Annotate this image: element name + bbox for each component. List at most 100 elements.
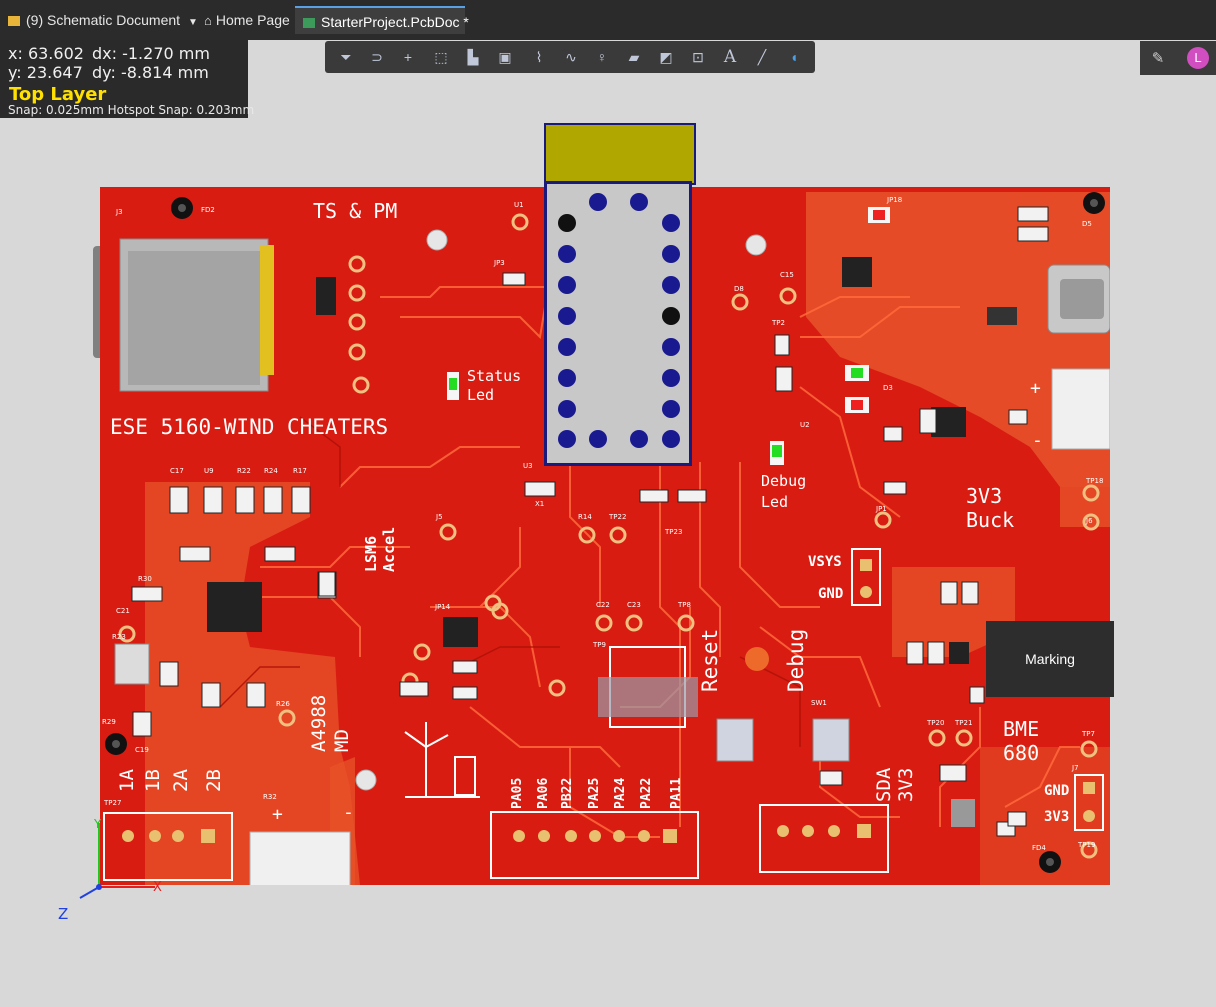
designator: JP14 — [435, 603, 451, 611]
text-icon[interactable]: A — [720, 47, 740, 67]
route-icon[interactable]: ⌇ — [529, 47, 549, 67]
designator: TP23 — [665, 528, 683, 536]
label-1b: 1B — [142, 769, 164, 792]
label-led: Led — [467, 386, 495, 404]
keypoint-icon[interactable]: ♀ — [592, 47, 612, 67]
axis-y-label: Y — [93, 818, 102, 831]
designator: FD2 — [201, 206, 215, 214]
active-bar-toolbar: ⏷ ⊃ + ⬚ ▙ ▣ ⌇ ∿ ♀ ▰ ◩ ⊡ A ╱ ◖ — [325, 41, 815, 73]
designator: R14 — [578, 513, 592, 521]
filter-icon[interactable]: ⏷ — [336, 47, 356, 67]
label-debug-btn: Debug — [784, 628, 808, 692]
designator: C21 — [116, 607, 130, 615]
designator: U2 — [800, 421, 810, 429]
designator: J3 — [116, 208, 123, 216]
label-a4988: A4988 — [308, 694, 330, 752]
cross-probe-icon[interactable]: + — [398, 47, 418, 67]
hud-dy: dy: -8.814 mm — [92, 63, 209, 82]
label-vsys: VSYS — [808, 554, 842, 570]
designator: C17 — [170, 467, 184, 475]
designator: D8 — [734, 285, 744, 293]
route-select-icon[interactable]: ⊃ — [367, 47, 387, 67]
select-rect-icon[interactable]: ⬚ — [431, 47, 451, 67]
tab-home-page[interactable]: ⌂ Home Page — [196, 6, 294, 34]
snap-info: Snap: 0.025mm Hotspot Snap: 0.203mm — [8, 103, 255, 117]
user-avatar[interactable]: L — [1187, 47, 1209, 69]
arc-icon[interactable]: ∿ — [561, 47, 581, 67]
pin-label-pa25: PA25 — [587, 777, 602, 809]
buck-inductor-marking: Marking — [986, 621, 1114, 697]
pin-label-pa05: PA05 — [510, 777, 525, 809]
label-680: 680 — [1003, 741, 1040, 765]
label-plus-j5: + — [272, 804, 283, 825]
designator: J7 — [1072, 764, 1079, 772]
shield-icon[interactable]: ◖ — [784, 47, 804, 67]
pin-label-pa11: PA11 — [669, 777, 684, 809]
pin-label-pa06: PA06 — [536, 777, 551, 809]
label-accel: Accel — [380, 526, 398, 572]
designator: FD4 — [1032, 844, 1046, 852]
designator: U3 — [523, 462, 533, 470]
axis-x-label: X — [153, 880, 162, 895]
designator: R23 — [112, 633, 126, 641]
edit-icon[interactable]: ✎ — [1148, 49, 1168, 69]
label-3v3-2: 3V3 — [1044, 809, 1070, 825]
designator: JP3 — [494, 259, 505, 267]
designator: TP27 — [104, 799, 122, 807]
label-debug: Debug — [761, 472, 807, 490]
designator: D3 — [883, 384, 893, 392]
designator: R24 — [264, 467, 278, 475]
module-pads — [558, 193, 680, 448]
designator: C19 — [135, 746, 149, 754]
pin-label-pa24: PA24 — [613, 777, 628, 809]
label-plus-battery: + — [1030, 378, 1041, 399]
hud-dx: dx: -1.270 mm — [92, 44, 210, 63]
label-status: Status — [467, 367, 522, 385]
designator: R22 — [237, 467, 251, 475]
label-minus-j5: - — [343, 802, 354, 823]
label-lsm6: LSM6 — [362, 535, 380, 572]
designator: JP18 — [887, 196, 903, 204]
label-1a: 1A — [116, 769, 138, 792]
tab-schematic-document[interactable]: (9) Schematic Document ▼ — [0, 6, 198, 34]
hud-y: y: 23.647 — [8, 63, 83, 82]
schematic-doc-icon — [8, 16, 20, 27]
label-minus-battery: - — [1032, 430, 1043, 451]
wireless-module[interactable] — [544, 123, 696, 468]
designator: D5 — [1082, 220, 1092, 228]
designator: U9 — [204, 467, 214, 475]
polygon-icon[interactable]: ▰ — [624, 47, 644, 67]
label-gnd: GND — [818, 586, 844, 602]
document-tab-bar: (9) Schematic Document ▼ ⌂ Home Page Star… — [0, 0, 1216, 40]
designator: TP7 — [1082, 730, 1095, 738]
component-icon[interactable]: ▣ — [495, 47, 515, 67]
line-icon[interactable]: ╱ — [752, 47, 772, 67]
designator: X1 — [535, 500, 545, 508]
pcb-doc-icon — [303, 18, 315, 29]
designator: TP18 — [1086, 477, 1104, 485]
designator: R26 — [276, 700, 290, 708]
designator: R17 — [293, 467, 307, 475]
designator: C22 — [596, 601, 610, 609]
chart-icon[interactable]: ▙ — [463, 47, 483, 67]
region-icon[interactable]: ◩ — [656, 47, 676, 67]
current-layer: Top Layer — [9, 84, 107, 105]
designator: C23 — [627, 601, 641, 609]
axis-z-label: Z — [58, 905, 68, 923]
label-2a: 2A — [170, 769, 192, 792]
label-sda: SDA — [873, 767, 895, 802]
designator: TP21 — [955, 719, 973, 727]
label-3v3: 3V3 — [966, 484, 1003, 508]
tab-pcb-document[interactable]: StarterProject.PcbDoc * — [295, 6, 469, 34]
label-sda-3v3: 3V3 — [895, 767, 917, 802]
designator: R29 — [102, 718, 116, 726]
pin-label-pb22: PB22 — [560, 777, 575, 809]
designator: JP1 — [876, 505, 887, 513]
designator: TP2 — [772, 319, 785, 327]
designator: TP9 — [593, 641, 606, 649]
tab-label: (9) Schematic Document — [26, 12, 181, 28]
tab-label: StarterProject.PcbDoc * — [321, 14, 469, 30]
pad-icon[interactable]: ⊡ — [688, 47, 708, 67]
label-2b: 2B — [203, 769, 225, 792]
designator: TP20 — [927, 719, 945, 727]
